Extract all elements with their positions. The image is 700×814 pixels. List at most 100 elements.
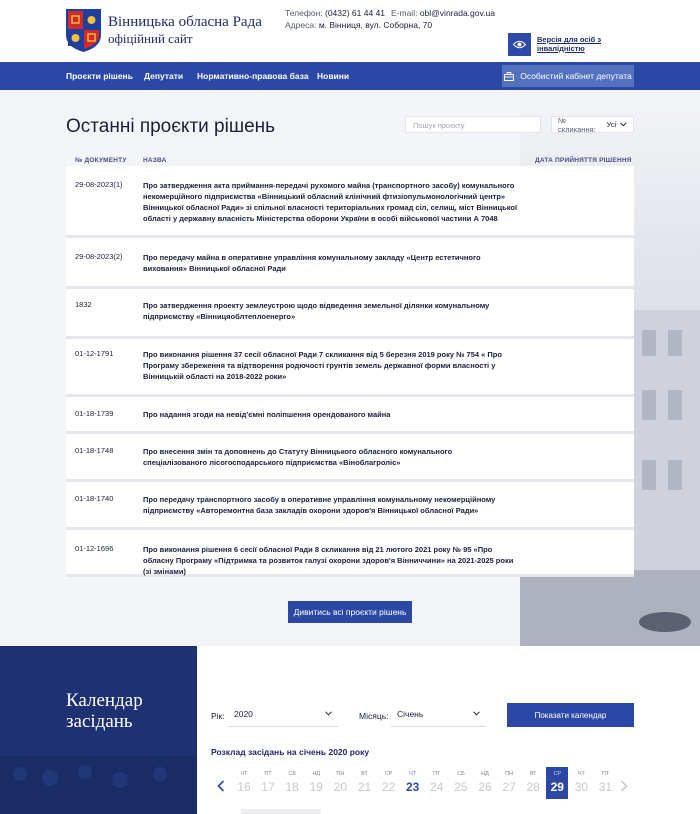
calendar-day[interactable]: СБ 25: [450, 767, 472, 799]
cabinet-label: Особистий кабінет депутата: [520, 71, 632, 81]
address-value: м. Вінниця, вул. Соборна, 70: [318, 20, 433, 30]
day-of-week: СБ: [457, 771, 465, 777]
calendar-day[interactable]: ВТ 21: [354, 767, 376, 799]
project-name[interactable]: Про надання згоди на невід'ємні поліпшен…: [143, 409, 518, 420]
contact-email: E-mail: obl@vinrada.gov.ua: [391, 8, 495, 18]
main-nav: Проєкти рішень Депутати Нормативно-право…: [0, 62, 700, 90]
calendar-day[interactable]: ЧТ 30: [570, 767, 592, 799]
year-select[interactable]: 2020: [228, 703, 338, 727]
day-of-week: ЧТ: [577, 771, 585, 777]
project-name[interactable]: Про затвердження проекту землеустрою щод…: [143, 300, 518, 322]
day-number: 22: [381, 780, 396, 794]
coat-of-arms-icon[interactable]: [66, 9, 101, 52]
calendar-day[interactable]: ПН 27: [498, 767, 520, 799]
search-input[interactable]: Пошук проєкту: [405, 116, 541, 133]
project-name[interactable]: Про внесення змін та доповнень до Статут…: [143, 446, 518, 468]
day-number: 26: [478, 780, 492, 794]
accessibility-link[interactable]: Версія для осіб з інвалідністю: [508, 33, 607, 56]
day-of-week: СР: [384, 771, 393, 777]
chevron-down-icon: [620, 122, 627, 127]
contact-phone: Телефон: (0432) 61 44 41: [285, 8, 385, 18]
show-calendar-button[interactable]: Показати календар: [507, 703, 634, 727]
site-header: Вінницька обласна Рада офіційний сайт Те…: [0, 0, 700, 62]
project-name[interactable]: Про виконання рішення 37 сесії обласної …: [143, 349, 518, 382]
table-row[interactable]: 01-18-1748 Про внесення змін та доповнен…: [66, 434, 634, 482]
day-number: 28: [526, 780, 540, 794]
phone-label: Телефон:: [285, 8, 323, 18]
projects-section: Останні проєкти рішень Пошук проєкту № с…: [0, 90, 700, 646]
document-number: 01-18-1740: [75, 494, 114, 503]
project-name[interactable]: Про виконання рішення 6 сесії обласної Р…: [143, 544, 518, 577]
year-label: Рік:: [211, 711, 225, 721]
accessibility-label[interactable]: Версія для осіб з інвалідністю: [537, 35, 607, 53]
project-name[interactable]: Про передачу транспортного засобу в опер…: [143, 494, 518, 516]
calendar-day[interactable]: СБ 18: [281, 767, 303, 799]
address-label: Адреса:: [285, 20, 317, 30]
calendar-day[interactable]: ЧТ 23: [402, 767, 424, 799]
calendar-day[interactable]: ЧТ 16: [233, 767, 255, 799]
calendar-day[interactable]: СР 22: [378, 767, 400, 799]
document-number: 01-18-1748: [75, 446, 114, 455]
day-number: 24: [430, 780, 444, 794]
calendar-day[interactable]: НД 26: [474, 767, 496, 799]
table-row[interactable]: 01-18-1740 Про передачу транспортного за…: [66, 482, 634, 530]
calendar-day[interactable]: НД 19: [305, 767, 327, 799]
day-of-week: ПН: [505, 771, 514, 777]
chevron-left-icon: [217, 780, 225, 792]
day-of-week: СР: [553, 771, 562, 777]
day-of-week: ПТ: [433, 771, 441, 777]
phone-value[interactable]: (0432) 61 44 41: [325, 8, 385, 18]
day-number: 20: [333, 780, 348, 794]
nav-item-legal-base[interactable]: Нормативно-правова база: [197, 71, 309, 81]
calendar-title-panel: Календар засідань: [0, 646, 197, 814]
document-number: 01-18-1739: [75, 409, 114, 418]
site-subtitle: офіційний сайт: [108, 31, 193, 46]
contact-address: Адреса: м. Вінниця, вул. Соборна, 70: [285, 20, 432, 30]
view-all-projects-button[interactable]: Дивитись всі проєкти рішень: [288, 601, 412, 623]
next-days-arrow[interactable]: [620, 779, 628, 797]
site-name[interactable]: Вінницька обласна Рада: [108, 14, 262, 31]
document-number: 1832: [75, 300, 92, 309]
chevron-right-icon: [620, 780, 628, 792]
project-name[interactable]: Про затвердження акта приймання-передачі…: [143, 180, 518, 224]
chevron-down-icon: [473, 711, 480, 716]
day-of-week: ПТ: [601, 771, 610, 777]
calendar-day[interactable]: ПН 20: [329, 767, 351, 799]
prev-days-arrow[interactable]: [217, 779, 225, 797]
document-number: 01-12-1791: [75, 349, 114, 358]
day-number: 27: [502, 780, 516, 794]
project-name[interactable]: Про передачу майна в оперативне управлін…: [143, 252, 518, 274]
day-of-week: НД: [481, 771, 489, 777]
convocation-label: № скликання:: [558, 115, 596, 134]
calendar-day[interactable]: ПТ 31: [595, 767, 617, 799]
chevron-down-icon: [325, 711, 332, 716]
nav-item-deputies[interactable]: Депутати: [144, 71, 183, 81]
day-strip-scrollbar[interactable]: [241, 809, 321, 814]
table-row[interactable]: 01-18-1739 Про надання згоди на невід'єм…: [66, 397, 634, 434]
nav-item-news[interactable]: Новини: [317, 71, 349, 81]
day-of-week: ЧТ: [240, 771, 248, 777]
month-select[interactable]: Січень: [391, 703, 486, 727]
eye-icon[interactable]: [508, 33, 531, 56]
convocation-select[interactable]: № скликання: Усі: [551, 115, 634, 134]
email-value[interactable]: obl@vinrada.gov.ua: [420, 8, 495, 18]
table-row[interactable]: 1832 Про затвердження проекту землеустро…: [66, 289, 634, 339]
calendar-title: Календар засідань: [66, 690, 143, 732]
table-row[interactable]: 01-12-1696 Про виконання рішення 6 сесії…: [66, 530, 634, 577]
month-label: Місяць:: [359, 711, 389, 721]
calendar-day[interactable]: ВТ 28: [522, 767, 544, 799]
calendar-day[interactable]: ПТ 24: [426, 767, 448, 799]
calendar-day[interactable]: ПТ 17: [257, 767, 279, 799]
document-number: 29-08-2023(2): [75, 252, 123, 261]
nav-item-projects[interactable]: Проєкти рішень: [66, 71, 133, 81]
table-row[interactable]: 29-08-2023(2) Про передачу майна в опера…: [66, 238, 634, 289]
table-row[interactable]: 29-08-2023(1) Про затвердження акта прий…: [66, 166, 634, 238]
day-of-week: ПТ: [264, 771, 272, 777]
document-number: 01-12-1696: [75, 544, 114, 553]
table-row[interactable]: 01-12-1791 Про виконання рішення 37 сесі…: [66, 339, 634, 397]
document-number: 29-08-2023(1): [75, 180, 123, 189]
column-header-date: ДАТА ПРИЙНЯТТЯ РІШЕННЯ: [535, 157, 632, 164]
calendar-day[interactable]: СР 29: [546, 767, 569, 799]
deputy-cabinet-button[interactable]: Особистий кабінет депутата: [502, 65, 634, 87]
day-number: 16: [237, 780, 251, 794]
